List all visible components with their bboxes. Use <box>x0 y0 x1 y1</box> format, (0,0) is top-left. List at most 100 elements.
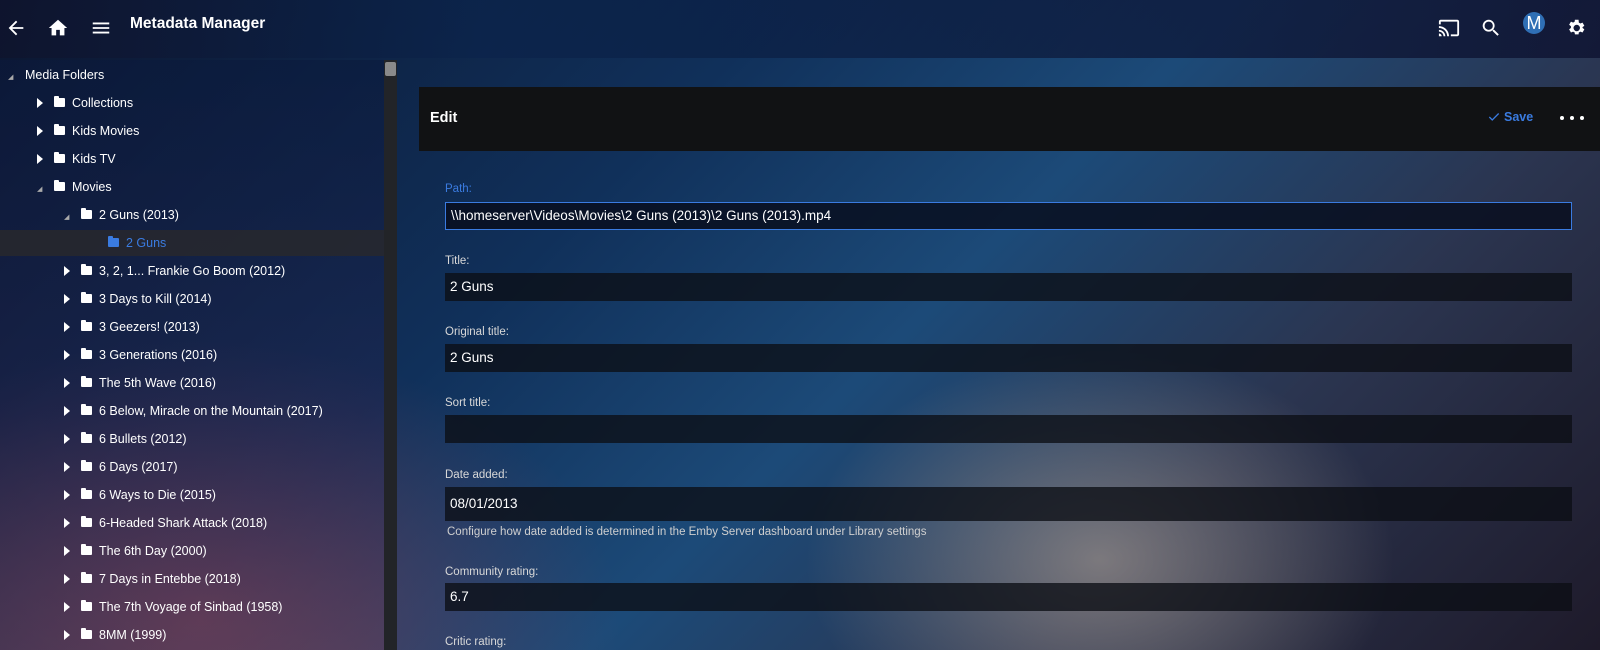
tree-item[interactable]: The 5th Wave (2016) <box>0 370 384 396</box>
tree-label: 8MM (1999) <box>99 628 167 642</box>
tree-item[interactable]: 8MM (1999) <box>0 622 384 648</box>
folder-icon <box>81 460 92 471</box>
tree-label: 3 Days to Kill (2014) <box>99 292 212 306</box>
caret-closed-icon[interactable] <box>64 266 70 276</box>
tree-label: Kids Movies <box>72 124 140 138</box>
folder-icon <box>81 628 92 639</box>
folder-icon <box>54 180 65 191</box>
title-field[interactable]: 2 Guns <box>445 273 1572 301</box>
sidebar-scrollbar[interactable] <box>384 60 397 650</box>
path-field[interactable]: \\homeserver\Videos\Movies\2 Guns (2013)… <box>445 202 1572 230</box>
tree-label: 2 Guns <box>126 236 167 250</box>
date-added-hint: Configure how date added is determined i… <box>447 526 927 538</box>
tree-label: 3 Geezers! (2013) <box>99 320 200 334</box>
caret-closed-icon[interactable] <box>64 490 70 500</box>
save-button[interactable]: Save <box>1487 110 1533 124</box>
caret-closed-icon[interactable] <box>64 322 70 332</box>
tree-label: The 5th Wave (2016) <box>99 376 216 390</box>
sort-title-field[interactable] <box>445 415 1572 443</box>
community-rating-label: Community rating: <box>445 566 539 578</box>
caret-closed-icon[interactable] <box>37 98 43 108</box>
tree-item[interactable]: 6 Below, Miracle on the Mountain (2017) <box>0 398 384 424</box>
tree-item[interactable]: 2 Guns <box>0 230 384 256</box>
community-rating-field[interactable]: 6.7 <box>445 583 1572 611</box>
folder-icon <box>81 600 92 611</box>
caret-closed-icon[interactable] <box>64 574 70 584</box>
tree-item[interactable]: 3 Generations (2016) <box>0 342 384 368</box>
folder-icon <box>81 320 92 331</box>
caret-closed-icon[interactable] <box>64 434 70 444</box>
folder-icon <box>81 572 92 583</box>
tree-item[interactable]: 6 Bullets (2012) <box>0 426 384 452</box>
caret-open-icon[interactable]: ◢ <box>37 185 42 193</box>
caret-closed-icon[interactable] <box>64 602 70 612</box>
edit-toolbar <box>419 87 1600 151</box>
caret-closed-icon[interactable] <box>64 462 70 472</box>
tree-item[interactable]: The 7th Voyage of Sinbad (1958) <box>0 594 384 620</box>
date-added-field[interactable]: 08/01/2013 <box>445 487 1572 521</box>
tree-label: 6-Headed Shark Attack (2018) <box>99 516 268 530</box>
tree-item[interactable]: 3, 2, 1... Frankie Go Boom (2012) <box>0 258 384 284</box>
tree-label: The 7th Voyage of Sinbad (1958) <box>99 600 283 614</box>
menu-icon[interactable] <box>85 12 117 44</box>
folder-icon <box>81 432 92 443</box>
tree-label: 6 Days (2017) <box>99 460 178 474</box>
settings-gear-icon[interactable] <box>1560 12 1592 44</box>
tree-item[interactable]: 3 Geezers! (2013) <box>0 314 384 340</box>
more-dot-icon <box>1580 116 1584 120</box>
tree-item[interactable]: Collections <box>0 90 384 116</box>
caret-closed-icon[interactable] <box>37 126 43 136</box>
caret-closed-icon[interactable] <box>64 546 70 556</box>
cast-icon[interactable] <box>1433 12 1465 44</box>
folder-icon <box>81 264 92 275</box>
tree-label: 6 Ways to Die (2015) <box>99 488 216 502</box>
more-dot-icon <box>1570 116 1574 120</box>
folder-icon <box>81 376 92 387</box>
search-icon[interactable] <box>1475 12 1507 44</box>
folder-icon <box>81 292 92 303</box>
tree-label: 6 Bullets (2012) <box>99 432 187 446</box>
caret-closed-icon[interactable] <box>64 406 70 416</box>
sort-title-label: Sort title: <box>445 397 491 409</box>
caret-open-icon[interactable]: ◢ <box>64 213 69 221</box>
caret-closed-icon[interactable] <box>64 630 70 640</box>
tree-item[interactable]: ◢ 2 Guns (2013) <box>0 202 384 228</box>
tree-item[interactable]: Kids Movies <box>0 118 384 144</box>
caret-closed-icon[interactable] <box>37 154 43 164</box>
date-added-label: Date added: <box>445 469 508 481</box>
tree-item[interactable]: 6 Ways to Die (2015) <box>0 482 384 508</box>
original-title-field[interactable]: 2 Guns <box>445 344 1572 372</box>
caret-closed-icon[interactable] <box>64 518 70 528</box>
title-label: Title: <box>445 255 470 267</box>
original-title-label: Original title: <box>445 326 509 338</box>
caret-closed-icon[interactable] <box>64 294 70 304</box>
user-avatar[interactable]: M <box>1523 12 1545 34</box>
tree-label: 2 Guns (2013) <box>99 208 179 222</box>
tree-label: 6 Below, Miracle on the Mountain (2017) <box>99 404 323 418</box>
caret-open-icon[interactable]: ◢ <box>8 73 13 81</box>
tree-item[interactable]: 6-Headed Shark Attack (2018) <box>0 510 384 536</box>
tree-label: 3 Generations (2016) <box>99 348 218 362</box>
tree-item[interactable]: 6 Days (2017) <box>0 454 384 480</box>
caret-closed-icon[interactable] <box>64 350 70 360</box>
home-icon[interactable] <box>42 12 74 44</box>
tree-item[interactable]: ◢ Movies <box>0 174 384 200</box>
folder-icon <box>81 404 92 415</box>
folder-icon <box>81 516 92 527</box>
tree-root-media-folders[interactable]: ◢ Media Folders <box>0 62 384 88</box>
tree-item[interactable]: Kids TV <box>0 146 384 172</box>
back-arrow-icon[interactable] <box>0 12 32 44</box>
folder-icon <box>54 96 65 107</box>
folder-icon <box>81 544 92 555</box>
tree-item[interactable]: 7 Days in Entebbe (2018) <box>0 566 384 592</box>
tree-item[interactable]: 3 Days to Kill (2014) <box>0 286 384 312</box>
save-label: Save <box>1504 110 1534 124</box>
tree-label: Media Folders <box>25 68 105 82</box>
caret-closed-icon[interactable] <box>64 378 70 388</box>
sidebar-scrollbar-thumb[interactable] <box>385 62 396 76</box>
more-options-button[interactable] <box>1560 110 1584 126</box>
folder-icon <box>81 208 92 219</box>
folder-icon <box>54 152 65 163</box>
tree-item[interactable]: The 6th Day (2000) <box>0 538 384 564</box>
folder-icon <box>108 236 119 247</box>
